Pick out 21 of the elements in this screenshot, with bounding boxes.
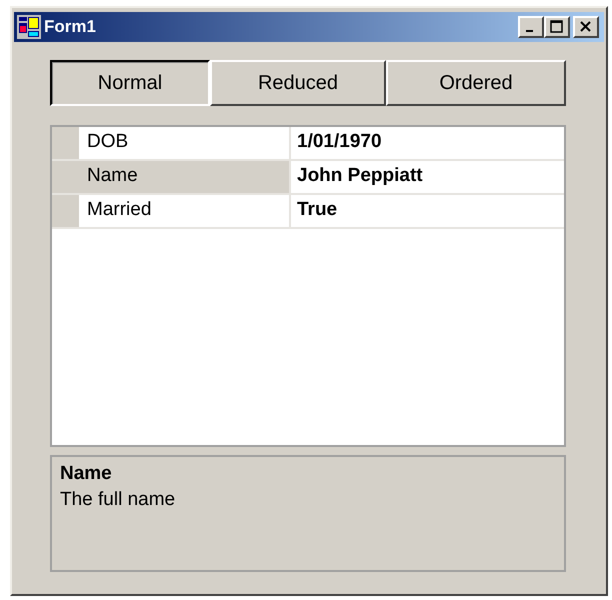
window-title: Form1: [44, 17, 97, 37]
row-margin: [52, 127, 79, 159]
description-text: The full name: [60, 489, 176, 511]
view-button[interactable]: Normal: [50, 60, 210, 106]
maximize-button[interactable]: [544, 16, 570, 38]
minimize-button[interactable]: [518, 16, 544, 38]
close-button[interactable]: [573, 16, 599, 38]
view-button[interactable]: Reduced: [210, 60, 386, 106]
property-name[interactable]: Name: [79, 161, 291, 193]
property-value[interactable]: 1/01/1970: [291, 127, 564, 159]
app-icon: [17, 15, 41, 39]
minimize-icon: [526, 30, 533, 32]
row-margin: [52, 161, 79, 193]
property-name[interactable]: DOB: [79, 127, 291, 159]
view-button[interactable]: Ordered: [386, 60, 566, 106]
property-name[interactable]: Married: [79, 195, 291, 227]
row-margin: [52, 195, 79, 227]
description-title: Name: [60, 463, 112, 485]
property-value[interactable]: True: [291, 195, 564, 227]
property-value[interactable]: John Peppiatt: [291, 161, 564, 193]
maximize-icon: [549, 20, 565, 34]
